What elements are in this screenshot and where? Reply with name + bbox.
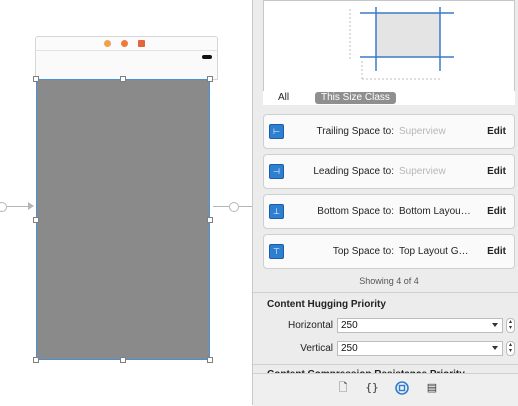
battery-icon bbox=[202, 55, 212, 59]
incoming-segue-icon[interactable] bbox=[0, 202, 7, 212]
outgoing-segue-icon[interactable] bbox=[229, 202, 239, 212]
constraint-label: Trailing Space to: bbox=[316, 126, 394, 137]
constraint-target: Bottom Layou… bbox=[399, 206, 471, 217]
edit-button[interactable]: Edit bbox=[487, 246, 506, 257]
identity-inspector-icon[interactable] bbox=[395, 381, 409, 395]
file-inspector-icon[interactable]: 🗋 bbox=[336, 381, 350, 395]
constraint-card-leading[interactable]: ⊣ Leading Space to: Superview Edit bbox=[263, 154, 515, 189]
leading-space-icon: ⊣ bbox=[269, 164, 284, 179]
attributes-inspector-icon[interactable]: ▤ bbox=[425, 381, 439, 395]
edit-button[interactable]: Edit bbox=[487, 206, 506, 217]
section-divider bbox=[253, 364, 518, 365]
vertical-priority-value: 250 bbox=[341, 343, 358, 354]
vertical-priority-stepper[interactable]: ▴ ▾ bbox=[506, 341, 515, 356]
quick-help-icon[interactable]: {} bbox=[365, 381, 379, 395]
resize-handle-top[interactable] bbox=[120, 76, 126, 82]
constraint-count: Showing 4 of 4 bbox=[359, 276, 419, 286]
outgoing-segue-line-2 bbox=[239, 206, 252, 207]
horizontal-label: Horizontal bbox=[287, 320, 333, 331]
constraint-target: Superview bbox=[399, 126, 446, 137]
exit-icon[interactable] bbox=[138, 40, 145, 47]
view-controller-icon[interactable] bbox=[104, 40, 111, 47]
resize-handle-left[interactable] bbox=[33, 217, 39, 223]
resize-handle-top-left[interactable] bbox=[33, 76, 39, 82]
edit-button[interactable]: Edit bbox=[487, 126, 506, 137]
selected-view[interactable] bbox=[36, 79, 210, 360]
horizontal-priority-combo[interactable]: 250 bbox=[337, 318, 503, 333]
constraint-card-trailing[interactable]: ⊢ Trailing Space to: Superview Edit bbox=[263, 114, 515, 149]
tab-all[interactable]: All bbox=[278, 92, 289, 103]
constraint-label: Top Space to: bbox=[332, 246, 394, 257]
resize-handle-right[interactable] bbox=[207, 217, 213, 223]
resize-handle-top-right[interactable] bbox=[207, 76, 213, 82]
vertical-priority-combo[interactable]: 250 bbox=[337, 341, 503, 356]
top-space-icon: ⊤ bbox=[269, 244, 284, 259]
constraint-label: Bottom Space to: bbox=[317, 206, 394, 217]
constraint-diagram bbox=[349, 7, 454, 81]
tab-this-size-class[interactable]: This Size Class bbox=[315, 92, 396, 104]
constraint-target: Top Layout G… bbox=[399, 246, 469, 257]
first-responder-icon[interactable] bbox=[121, 40, 128, 47]
size-inspector: All This Size Class ⊢ Trailing Space to:… bbox=[253, 0, 518, 406]
constraint-target: Superview bbox=[399, 166, 446, 177]
status-bar-area bbox=[35, 50, 218, 80]
edit-button[interactable]: Edit bbox=[487, 166, 506, 177]
outgoing-segue-line bbox=[213, 206, 229, 207]
resize-handle-bottom-left[interactable] bbox=[33, 357, 39, 363]
resize-handle-bottom[interactable] bbox=[120, 357, 126, 363]
content-hugging-title: Content Hugging Priority bbox=[267, 299, 386, 310]
vertical-label: Vertical bbox=[300, 343, 333, 354]
storyboard-canvas[interactable] bbox=[0, 0, 252, 405]
chevron-down-icon[interactable] bbox=[492, 346, 498, 350]
incoming-segue-line bbox=[6, 206, 30, 207]
inspector-tab-bar: 🗋 {} ▤ bbox=[253, 373, 518, 406]
constraint-card-top[interactable]: ⊤ Top Space to: Top Layout G… Edit bbox=[263, 234, 515, 269]
scene-dock bbox=[35, 36, 218, 51]
trailing-space-icon: ⊢ bbox=[269, 124, 284, 139]
bottom-space-icon: ⊥ bbox=[269, 204, 284, 219]
horizontal-priority-stepper[interactable]: ▴ ▾ bbox=[506, 318, 515, 333]
constraint-card-bottom[interactable]: ⊥ Bottom Space to: Bottom Layou… Edit bbox=[263, 194, 515, 229]
resize-handle-bottom-right[interactable] bbox=[207, 357, 213, 363]
constraint-label: Leading Space to: bbox=[313, 166, 394, 177]
constraint-preview bbox=[263, 0, 515, 105]
horizontal-priority-value: 250 bbox=[341, 320, 358, 331]
incoming-arrow-icon bbox=[28, 202, 34, 210]
size-class-tabs: All This Size Class bbox=[263, 91, 515, 105]
size-inspector-icon bbox=[395, 381, 409, 395]
chevron-down-icon[interactable] bbox=[492, 323, 498, 327]
section-divider bbox=[253, 292, 518, 293]
